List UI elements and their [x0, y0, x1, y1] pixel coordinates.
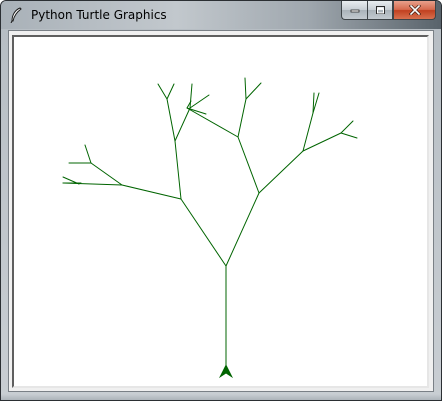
tree-branch	[174, 107, 191, 142]
tree-branch	[84, 144, 92, 164]
tree-branch	[302, 112, 314, 152]
tree-branch	[340, 120, 354, 134]
tree-branch	[302, 132, 342, 152]
tree-branch	[244, 77, 247, 100]
tree-branch	[189, 94, 210, 109]
turtle-arrow-icon	[218, 364, 234, 379]
tree-branch	[189, 83, 193, 109]
fractal-tree	[62, 77, 358, 372]
tree-branch	[186, 107, 239, 138]
tree-branch	[166, 98, 176, 142]
drawing-surface	[62, 77, 358, 379]
tree-branch	[258, 150, 304, 194]
tree-branch	[90, 162, 123, 186]
tree-branch	[237, 98, 247, 138]
tree-branch	[157, 83, 168, 100]
tree-branch	[237, 136, 260, 194]
tree-branch	[245, 82, 262, 100]
turtle-canvas[interactable]	[12, 35, 429, 388]
tree-branch	[180, 198, 227, 267]
tree-branch	[174, 140, 182, 200]
tree-branch	[340, 132, 358, 139]
window-bottom-border	[1, 394, 441, 400]
turtle-window: Python Turtle Graphics	[0, 0, 442, 401]
tree-branch	[166, 83, 175, 100]
tree-branch	[121, 184, 182, 200]
tree-branch	[225, 192, 260, 267]
